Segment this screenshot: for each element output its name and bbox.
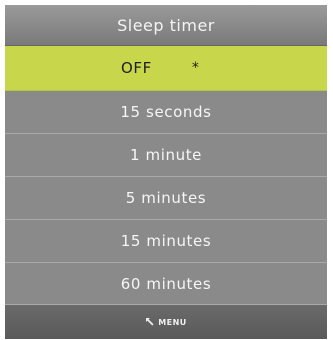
sleep-timer-panel: Sleep timer OFF * 15 seconds 1 minute 5 … <box>5 5 327 339</box>
option-60-minutes[interactable]: 60 minutes <box>5 263 327 305</box>
menu-label: MENU <box>158 317 187 327</box>
option-label: 1 minute <box>129 146 202 164</box>
option-15-minutes[interactable]: 15 minutes <box>5 220 327 263</box>
option-label: OFF <box>121 59 152 77</box>
option-label: 15 minutes <box>120 232 212 250</box>
option-label: 60 minutes <box>120 274 212 293</box>
option-off[interactable]: OFF * <box>5 46 327 91</box>
menu-footer[interactable]: MENU <box>5 305 327 339</box>
option-1-minute[interactable]: 1 minute <box>5 134 327 177</box>
option-label: 15 seconds <box>120 103 212 121</box>
option-5-minutes[interactable]: 5 minutes <box>5 177 327 220</box>
option-15-seconds[interactable]: 15 seconds <box>5 91 327 134</box>
option-label: 5 minutes <box>125 189 207 207</box>
back-arrow-icon <box>146 318 154 326</box>
selected-marker: * <box>191 60 200 76</box>
menu-title: Sleep timer <box>5 5 327 46</box>
